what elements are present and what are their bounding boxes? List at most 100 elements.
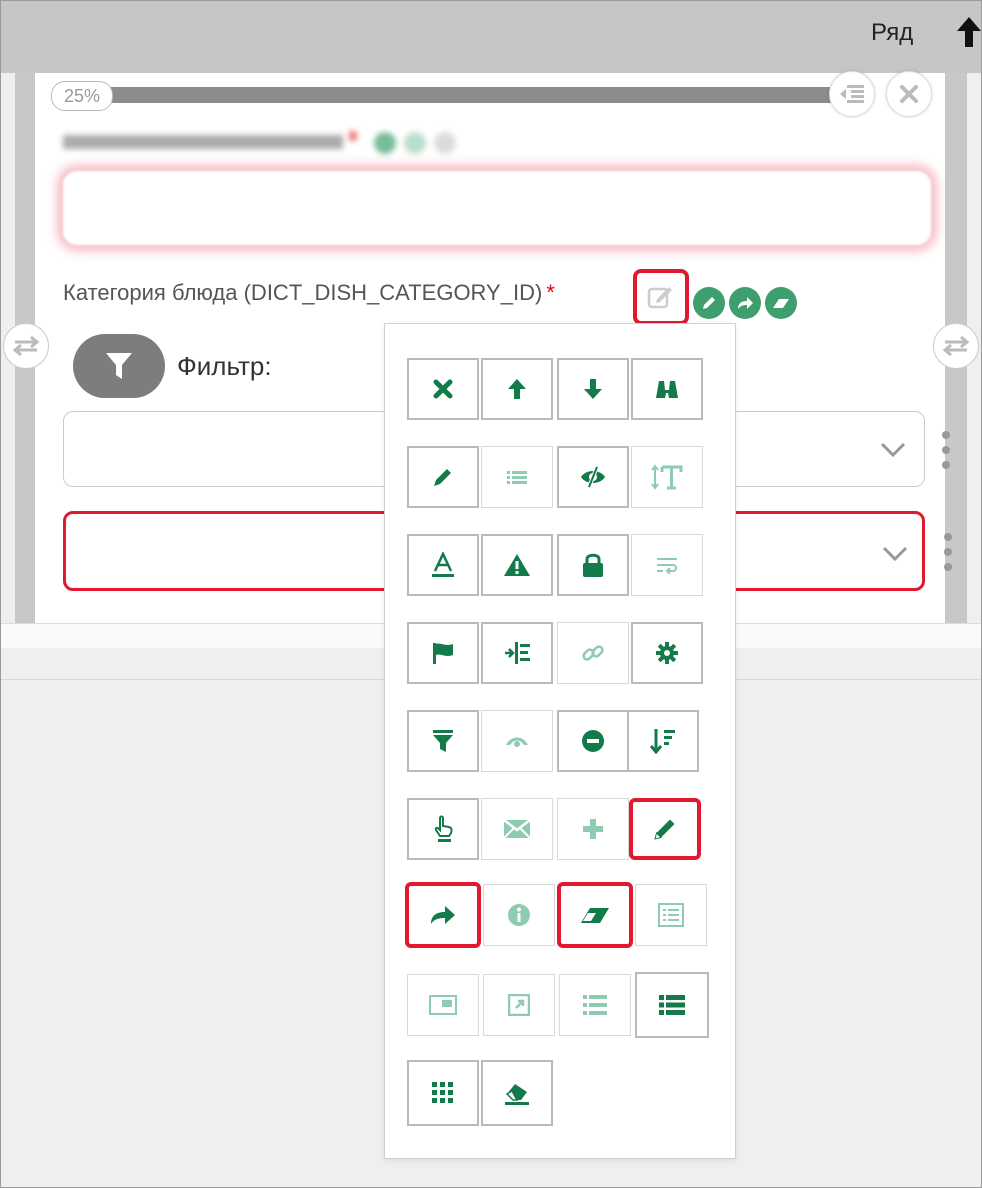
window-icon [429,995,457,1015]
pencil-icon [434,469,451,486]
tool-search[interactable] [631,358,703,420]
row-label: Ряд [871,19,914,46]
tool-click[interactable] [407,798,479,860]
edit-action-button[interactable] [693,287,725,319]
tool-lock[interactable] [557,534,629,596]
tool-warning[interactable] [481,534,553,596]
grid-dots-icon [432,1082,453,1103]
tool-edit[interactable] [407,446,479,508]
top-bar: Ряд [1,1,981,73]
progress-percent: 25% [51,81,113,111]
tool-text-height[interactable] [631,446,703,508]
tool-arrow-up[interactable] [481,358,553,420]
close-icon [900,85,918,103]
filter-button[interactable] [73,334,165,398]
share-action-button[interactable] [729,287,761,319]
swap-arrows-icon [12,335,40,357]
more-options-icon[interactable] [940,532,956,572]
tool-share-highlighted[interactable] [405,882,481,948]
tool-list-bold[interactable] [635,972,709,1038]
list-small-icon [507,471,527,484]
arrow-up-icon[interactable] [955,15,982,49]
category-label-text: Категория блюда (DICT_DISH_CATEGORY_ID) [63,280,543,305]
flag-icon [433,643,453,664]
tool-close[interactable] [407,358,479,420]
indent-icon [505,642,530,664]
tool-font-color[interactable] [407,534,479,596]
envelope-icon [503,819,531,839]
external-link-icon [508,994,530,1016]
tool-clear-highlighted[interactable] [557,882,633,948]
tool-settings[interactable] [631,622,703,684]
tool-view[interactable] [481,710,553,772]
eraser-fill-icon [505,1084,529,1105]
tool-window[interactable] [407,974,479,1036]
tool-wrap[interactable] [631,534,703,596]
chevron-down-icon[interactable] [882,546,908,562]
tool-clear-format[interactable] [481,1060,553,1126]
close-x-icon [433,379,453,399]
tool-remove[interactable] [557,710,629,772]
tool-arrow-down[interactable] [557,358,629,420]
icon-toolbar-popup [384,323,736,1159]
required-mark: * [546,280,555,305]
more-options-icon[interactable] [938,430,954,470]
list-bold-icon [659,995,685,1015]
tool-list-small[interactable] [481,446,553,508]
tool-sort[interactable] [627,710,699,772]
binoculars-icon [656,381,678,398]
edit-toggle-button[interactable] [633,269,689,325]
outdent-icon [840,85,864,103]
eye-icon [506,737,528,747]
progress-bar [111,87,841,103]
category-field-label: Категория блюда (DICT_DISH_CATEGORY_ID) * [63,280,555,306]
list-icon [583,995,607,1015]
minus-circle-icon [582,730,604,752]
swap-arrows-icon [942,335,970,357]
clear-action-button[interactable] [765,287,797,319]
arrow-up-icon [508,379,526,399]
blurred-field-label [63,131,456,154]
tool-info[interactable] [483,884,555,946]
tool-edit-highlighted[interactable] [629,798,701,860]
close-button[interactable] [886,71,932,117]
funnel-icon [433,730,453,752]
arrow-down-icon [584,379,602,399]
tool-external[interactable] [483,974,555,1036]
filter-label: Фильтр: [177,351,272,381]
swap-right-button[interactable] [933,323,979,369]
list-alt-icon [658,903,684,927]
eraser-icon [773,299,789,308]
window: Ряд 25% Категория блюда (DICT_DISH_CATEG… [0,0,982,1188]
hand-pointer-icon [434,815,453,842]
tool-filter[interactable] [407,710,479,772]
text-wrap-icon [657,558,677,574]
share-arrow-icon [738,297,753,309]
tool-mail[interactable] [481,798,553,860]
pencil-icon [654,819,675,840]
tool-link[interactable] [557,622,629,684]
text-height-icon [651,464,683,490]
chevron-down-icon[interactable] [880,442,906,458]
font-underline-icon [432,552,454,577]
lock-icon [583,553,603,577]
swap-left-button[interactable] [3,323,49,369]
blurred-input[interactable] [63,171,931,245]
tool-indent[interactable] [481,622,553,684]
info-icon [508,904,530,926]
tool-grid[interactable] [407,1060,479,1126]
gear-icon [656,642,678,664]
link-icon [582,645,604,661]
outdent-button[interactable] [829,71,875,117]
tool-list[interactable] [559,974,631,1036]
eraser-icon [581,908,609,923]
eye-slash-icon [581,466,605,488]
tool-add[interactable] [557,798,629,860]
tool-hide[interactable] [557,446,629,508]
sort-desc-icon [650,729,675,754]
plus-icon [583,819,603,839]
edit-square-icon [647,287,672,309]
tool-flag[interactable] [407,622,479,684]
warning-icon [504,554,530,576]
tool-list-alt[interactable] [635,884,707,946]
